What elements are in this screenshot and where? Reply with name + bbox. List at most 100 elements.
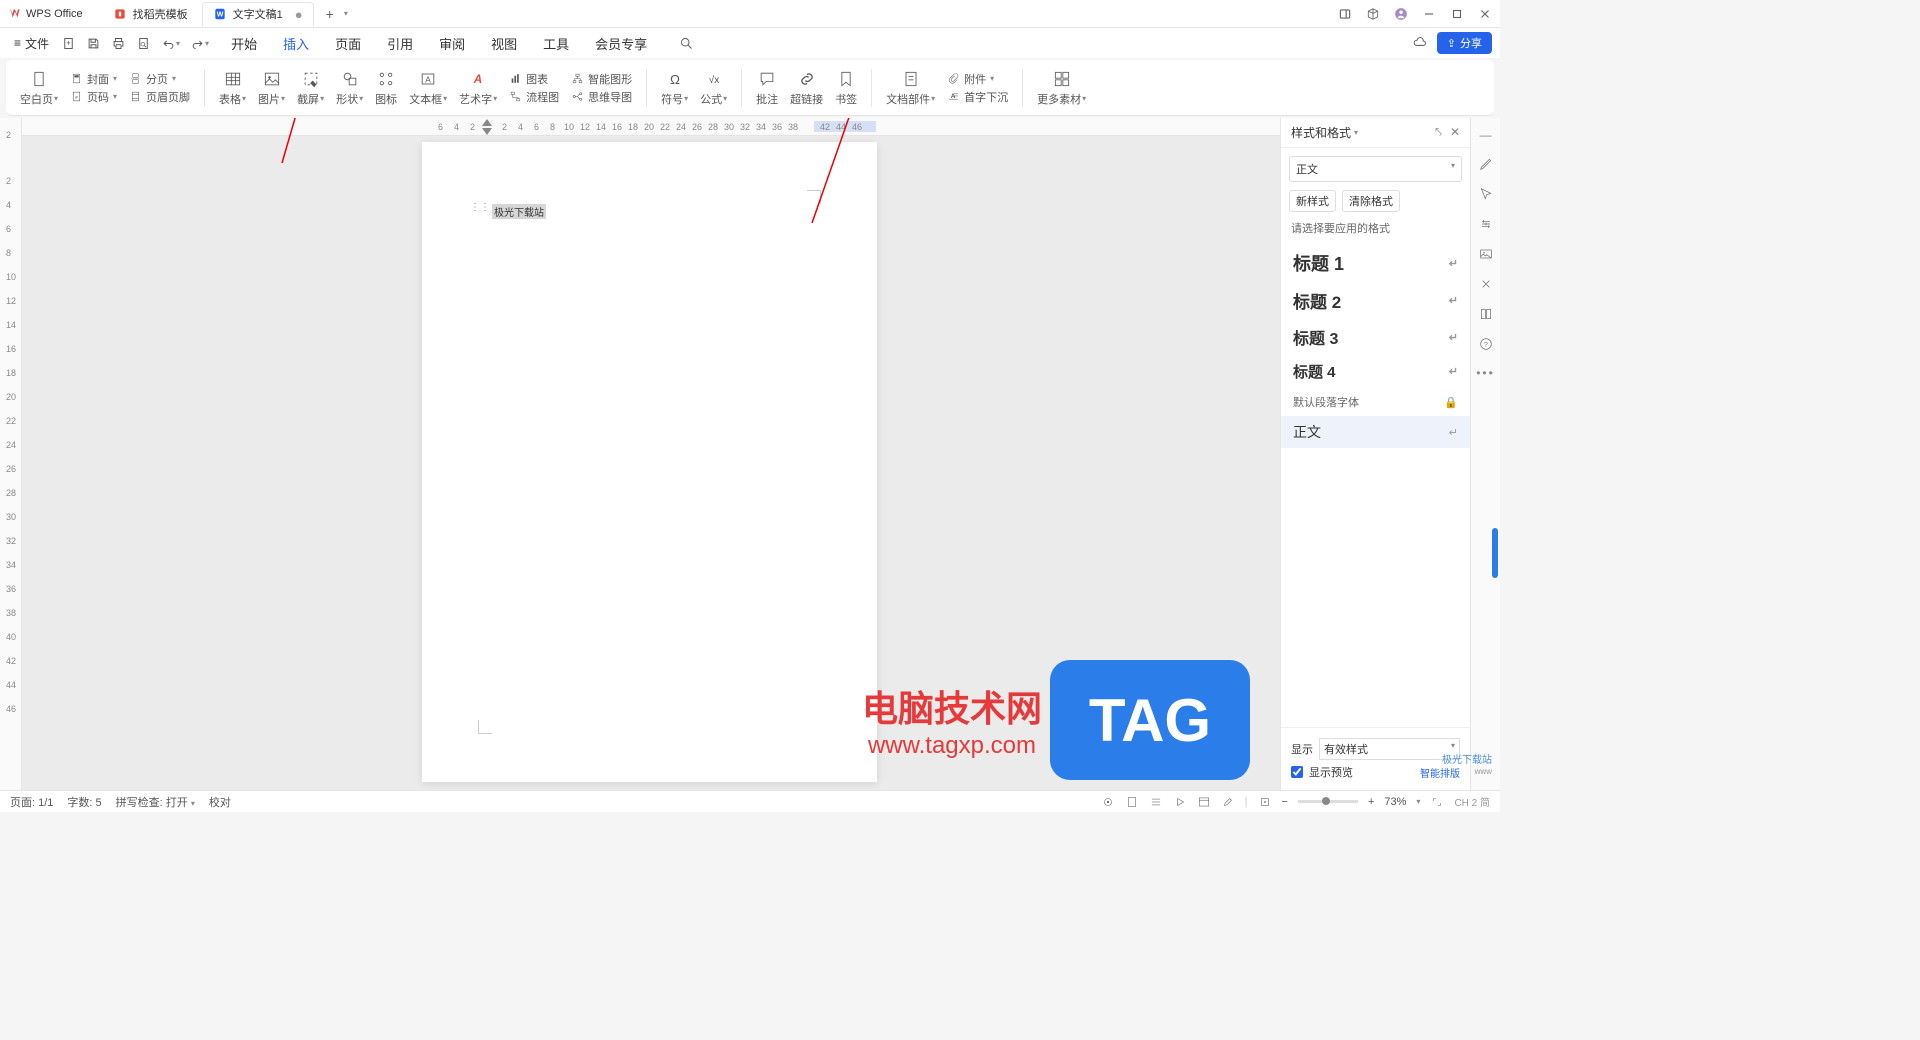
search-icon[interactable] [679, 36, 694, 51]
web-view-icon[interactable] [1197, 795, 1211, 809]
style-body[interactable]: 正文↵ [1281, 416, 1470, 448]
ribbon-wordart[interactable]: A艺术字▾ [455, 69, 501, 107]
style-default-font[interactable]: 默认段落字体🔒 [1281, 388, 1470, 416]
settings-icon[interactable] [1478, 216, 1494, 232]
ribbon-mindmap[interactable]: 思维导图 [571, 89, 632, 105]
tab-menu-caret[interactable]: ▾ [344, 9, 348, 18]
panel-icon[interactable] [1338, 7, 1352, 21]
tab-templates[interactable]: 找稻壳模板 [103, 2, 198, 26]
maximize-icon[interactable] [1450, 7, 1464, 21]
undo-button[interactable]: ▾ [161, 36, 180, 51]
more-icon[interactable]: ••• [1476, 366, 1495, 380]
ribbon-symbol[interactable]: Ω符号▾ [657, 69, 692, 107]
tab-close-icon[interactable]: ● [295, 7, 303, 22]
ribbon-smartart[interactable]: 智能图形 [571, 71, 632, 87]
focus-view-icon[interactable] [1101, 795, 1115, 809]
ribbon-pagebreak[interactable]: 分页▾ [129, 71, 190, 87]
save-icon[interactable] [86, 36, 101, 51]
screenshot-icon [301, 69, 321, 89]
file-menu[interactable]: ≡ 文件 [8, 31, 55, 56]
collapse-icon[interactable]: — [1480, 128, 1492, 142]
ribbon-bookmark[interactable]: 书签 [831, 69, 861, 107]
smart-layout-link[interactable]: 智能排版 [1420, 765, 1460, 780]
tab-view[interactable]: 视图 [487, 32, 521, 55]
zoom-in-button[interactable]: + [1368, 796, 1374, 808]
avatar-icon[interactable] [1394, 7, 1408, 21]
status-spell[interactable]: 拼写检查: 打开 ▾ [116, 794, 195, 810]
fit-icon[interactable] [1258, 795, 1272, 809]
redo-button[interactable]: ▾ [190, 36, 209, 51]
cube-icon[interactable] [1366, 7, 1380, 21]
close-sidebar-icon[interactable]: ✕ [1450, 125, 1460, 140]
document-page[interactable]: ⋮⋮ 极光下载站 [422, 142, 877, 782]
ribbon-header-footer[interactable]: 页眉页脚 [129, 89, 190, 105]
style-heading-2[interactable]: 标题 2↵ [1281, 282, 1470, 319]
zoom-slider[interactable] [1298, 800, 1358, 803]
tab-tools[interactable]: 工具 [539, 32, 573, 55]
ribbon-doc-parts[interactable]: 文档部件▾ [882, 69, 939, 107]
tab-document[interactable]: W 文字文稿1 ● [202, 2, 314, 26]
cloud-icon[interactable] [1412, 36, 1427, 51]
small-watermark-sub: www [1475, 767, 1492, 776]
display-select[interactable]: 有效样式▾ [1319, 738, 1460, 760]
ribbon-more-assets[interactable]: 更多素材▾ [1033, 69, 1090, 107]
clear-format-button[interactable]: 清除格式 [1342, 190, 1400, 212]
ribbon-cover[interactable]: 封面▾ [70, 71, 117, 87]
document-text[interactable]: 极光下载站 [492, 204, 546, 219]
table-handle-icon[interactable]: ⋮⋮ [470, 202, 490, 213]
ribbon-equation[interactable]: √x公式▾ [696, 69, 731, 107]
tab-insert[interactable]: 插入 [279, 32, 313, 55]
ribbon-attachment[interactable]: 附件▾ [947, 71, 1008, 87]
page-view-icon[interactable] [1125, 795, 1139, 809]
ribbon-textbox[interactable]: A文本框▾ [405, 69, 451, 107]
sidebar-current-style[interactable]: 正文 ▾ [1289, 156, 1462, 182]
ribbon-blank-page[interactable]: 空白页▾ [16, 69, 62, 107]
ribbon-pagenum[interactable]: #页码▾ [70, 89, 117, 105]
share-button[interactable]: ⇪ 分享 [1437, 32, 1492, 54]
ribbon-screenshot[interactable]: 截屏▾ [293, 69, 328, 107]
new-tab-button[interactable]: + [326, 6, 334, 22]
new-style-button[interactable]: 新样式 [1289, 190, 1336, 212]
help-icon[interactable]: ? [1478, 336, 1494, 352]
ribbon-comment[interactable]: 批注 [752, 69, 782, 107]
image-icon[interactable] [1478, 246, 1494, 262]
document-area[interactable]: 6 4 2 2 4 6 8 10 12 14 16 18 20 22 24 26… [22, 118, 1280, 790]
highlight-icon[interactable] [1221, 795, 1235, 809]
zoom-level[interactable]: 73% [1384, 796, 1406, 808]
expand-icon[interactable] [1430, 795, 1444, 809]
new-icon[interactable] [61, 36, 76, 51]
style-heading-3[interactable]: 标题 3↵ [1281, 319, 1470, 355]
tab-review[interactable]: 审阅 [435, 32, 469, 55]
style-heading-1[interactable]: 标题 1↵ [1281, 244, 1470, 282]
pin-icon[interactable]: ⤣ [1435, 125, 1442, 140]
style-heading-4[interactable]: 标题 4↵ [1281, 355, 1470, 388]
select-icon[interactable] [1478, 186, 1494, 202]
ribbon-flowchart[interactable]: 流程图 [509, 89, 559, 105]
pencil-icon[interactable] [1478, 156, 1494, 172]
ribbon-picture[interactable]: 图片▾ [254, 69, 289, 107]
minimize-icon[interactable] [1422, 7, 1436, 21]
print-icon[interactable] [111, 36, 126, 51]
status-proof[interactable]: 校对 [209, 794, 231, 810]
ribbon-table[interactable]: 表格▾ [215, 69, 250, 107]
zoom-out-button[interactable]: − [1282, 796, 1288, 808]
book-icon[interactable] [1478, 306, 1494, 322]
print-preview-icon[interactable] [136, 36, 151, 51]
ribbon-hyperlink[interactable]: 超链接 [786, 69, 827, 107]
ribbon-chart[interactable]: 图表 [509, 71, 559, 87]
outline-view-icon[interactable] [1149, 795, 1163, 809]
tools-icon[interactable] [1478, 276, 1494, 292]
status-words[interactable]: 字数: 5 [67, 794, 101, 810]
tab-start[interactable]: 开始 [227, 32, 261, 55]
ribbon-icons[interactable]: 图标 [371, 69, 401, 107]
preview-checkbox[interactable] [1291, 766, 1303, 778]
tab-member[interactable]: 会员专享 [591, 32, 651, 55]
scrollbar-thumb[interactable] [1492, 528, 1498, 578]
status-page[interactable]: 页面: 1/1 [10, 794, 53, 810]
tab-page[interactable]: 页面 [331, 32, 365, 55]
tab-reference[interactable]: 引用 [383, 32, 417, 55]
ribbon-shapes[interactable]: 形状▾ [332, 69, 367, 107]
close-window-icon[interactable] [1478, 7, 1492, 21]
ribbon-dropcap[interactable]: A首字下沉 [947, 89, 1008, 105]
read-view-icon[interactable] [1173, 795, 1187, 809]
